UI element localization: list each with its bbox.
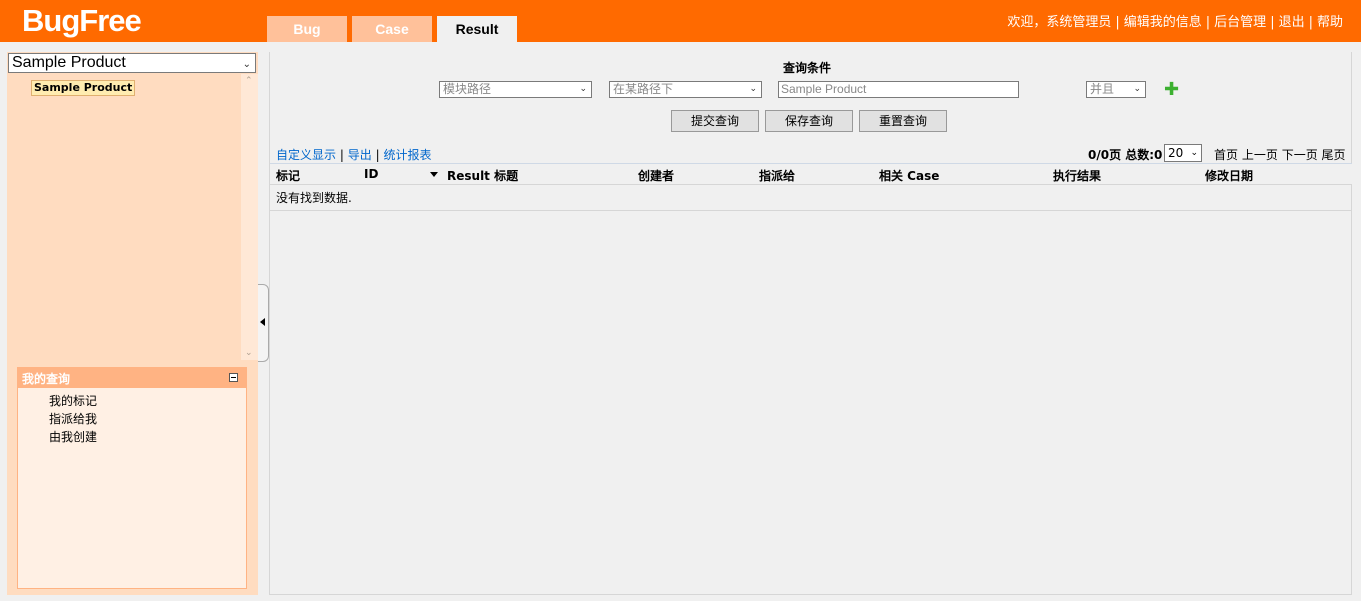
collapse-left-icon <box>260 318 265 326</box>
submit-query-button[interactable]: 提交查询 <box>671 110 759 132</box>
chevron-down-icon: ⌄ <box>749 84 757 94</box>
edit-profile-link[interactable]: 编辑我的信息 <box>1124 15 1202 30</box>
divider: | <box>1115 15 1120 30</box>
my-query-panel: 我的查询 我的标记 指派给我 由我创建 <box>17 367 247 589</box>
sort-desc-icon <box>430 172 438 177</box>
column-header-assignee[interactable]: 指派给 <box>759 167 795 184</box>
module-tree: Sample Product <box>7 74 241 360</box>
table-row-empty: 没有找到数据. <box>270 184 1352 211</box>
top-bar: BugFree Bug Case Result 欢迎，系统管理员 | 编辑我的信息 |… <box>0 0 1361 42</box>
my-query-item[interactable]: 指派给我 <box>49 412 97 426</box>
query-operator-select[interactable]: 在某路径下 ⌄ <box>609 81 762 98</box>
my-query-title: 我的查询 <box>18 368 246 388</box>
divider: | <box>339 148 344 162</box>
my-query-item[interactable]: 我的标记 <box>49 394 97 408</box>
column-header-related-case[interactable]: 相关 Case <box>879 167 939 184</box>
tab-result[interactable]: Result <box>437 16 517 42</box>
divider: | <box>1270 15 1275 30</box>
divider: | <box>375 148 380 162</box>
empty-message: 没有找到数据. <box>276 191 352 205</box>
scroll-down-icon[interactable]: ⌄ <box>245 348 253 358</box>
query-field-value: 模块路径 <box>443 82 492 96</box>
chevron-down-icon: ⌄ <box>579 84 587 94</box>
sidebar-toggle[interactable] <box>258 284 269 362</box>
result-toolbar: 自定义显示 | 导出 | 统计报表 <box>276 146 431 163</box>
custom-display-link[interactable]: 自定义显示 <box>276 148 336 162</box>
chevron-down-icon: ⌄ <box>1190 148 1198 158</box>
export-link[interactable]: 导出 <box>348 148 372 162</box>
logout-link[interactable]: 退出 <box>1279 15 1305 30</box>
help-link[interactable]: 帮助 <box>1317 15 1343 30</box>
tab-bug[interactable]: Bug <box>267 16 347 42</box>
query-logic-value: 并且 <box>1090 82 1115 96</box>
pager-nav: 首页 上一页 下一页 尾页 <box>1214 146 1346 163</box>
divider: | <box>1308 15 1313 30</box>
tree-scrollbar[interactable]: ⌃ ⌄ <box>241 74 258 360</box>
column-header-creator[interactable]: 创建者 <box>638 167 674 184</box>
tree-node-root[interactable]: Sample Product <box>31 80 136 96</box>
tab-case[interactable]: Case <box>352 16 432 42</box>
chevron-down-icon: ⌄ <box>242 59 251 70</box>
next-page-link[interactable]: 下一页 <box>1282 148 1318 162</box>
welcome-text: 欢迎，系统管理员 <box>1007 15 1112 30</box>
divider: | <box>1205 15 1211 30</box>
user-links: 欢迎，系统管理员 | 编辑我的信息 | 后台管理 | 退出 | 帮助 <box>1007 11 1343 30</box>
column-header-result[interactable]: 执行结果 <box>1053 167 1101 184</box>
my-query-item[interactable]: 由我创建 <box>49 430 97 444</box>
query-value-input[interactable]: Sample Product <box>778 81 1019 98</box>
column-header-id[interactable]: ID <box>364 167 378 181</box>
bugfree-logo[interactable]: BugFree <box>22 2 142 40</box>
query-title: 查询条件 <box>783 61 832 75</box>
add-condition-icon[interactable]: ✚ <box>1164 81 1179 99</box>
column-header-mark[interactable]: 标记 <box>276 167 300 184</box>
prev-page-link[interactable]: 上一页 <box>1242 148 1278 162</box>
page-size-select[interactable]: 20 ⌄ <box>1164 144 1202 162</box>
save-query-button[interactable]: 保存查询 <box>765 110 853 132</box>
page-size-value: 20 <box>1168 146 1184 160</box>
column-header-modified-date[interactable]: 修改日期 <box>1205 167 1253 184</box>
product-select-value: Sample Product <box>12 54 126 71</box>
first-page-link[interactable]: 首页 <box>1214 148 1238 162</box>
last-page-link[interactable]: 尾页 <box>1322 148 1346 162</box>
query-operator-value: 在某路径下 <box>613 82 674 96</box>
collapse-icon[interactable] <box>229 373 238 382</box>
product-select[interactable]: Sample Product ⌄ <box>8 53 256 73</box>
main-panel: 查询条件 模块路径 ⌄ 在某路径下 ⌄ Sample Product 并且 ⌄ … <box>269 52 1352 595</box>
table-header: 标记 ID Result 标题 创建者 指派给 相关 Case 执行结果 修改日… <box>270 163 1352 185</box>
chevron-down-icon: ⌄ <box>1133 84 1141 94</box>
query-field-select[interactable]: 模块路径 ⌄ <box>439 81 592 98</box>
page-info: 0/0页 总数:0 <box>1088 148 1163 162</box>
reset-query-button[interactable]: 重置查询 <box>859 110 947 132</box>
scroll-up-icon[interactable]: ⌃ <box>245 76 253 86</box>
sidebar: Sample Product ⌄ Sample Product ⌃ ⌄ 我的查询… <box>7 52 258 595</box>
admin-link[interactable]: 后台管理 <box>1214 15 1266 30</box>
report-link[interactable]: 统计报表 <box>383 148 431 162</box>
column-header-title[interactable]: Result 标题 <box>447 167 518 184</box>
query-logic-select[interactable]: 并且 ⌄ <box>1086 81 1146 98</box>
